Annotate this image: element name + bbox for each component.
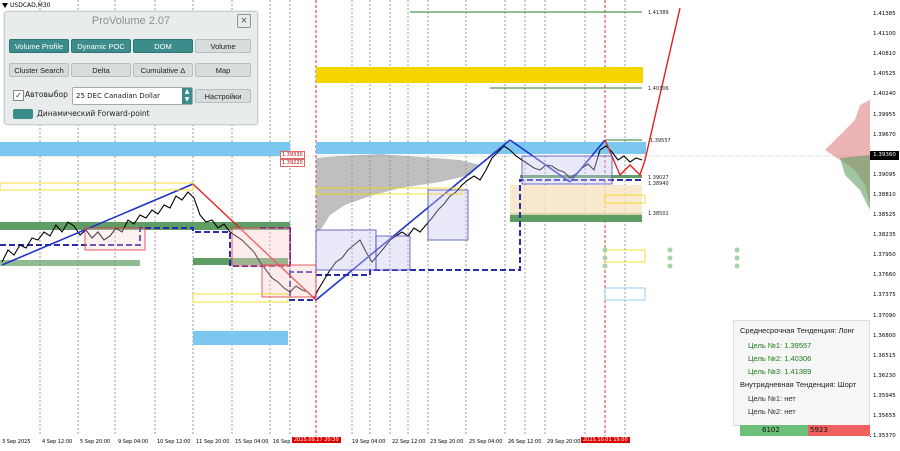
price-tick: 1.39955 [873, 111, 896, 118]
zone-orange [510, 185, 642, 215]
time-tick: 19 Sep 04:00 [352, 439, 386, 445]
symbol-label: USDCAD,M30 [2, 2, 50, 9]
long-target: Цель №1: 1.39557 [748, 341, 812, 350]
volume-button[interactable]: Volume [195, 39, 251, 53]
volume-profile-button[interactable]: Volume Profile [9, 39, 69, 53]
sell-volume: 5923 [810, 426, 828, 434]
map-button[interactable]: Map [195, 63, 251, 77]
price-tick: 1.39670 [873, 131, 896, 138]
price-tick: 1.36800 [873, 332, 896, 339]
price-tick: 1.37375 [873, 292, 896, 299]
long-target: Цель №3: 1.41389 [748, 367, 812, 376]
time-tick: 15 Sep 04:00 [235, 439, 269, 445]
volume-balance-bar: 6102 5923 [740, 425, 870, 436]
right-profile-green [840, 155, 870, 210]
level-label: 1.40306 [648, 86, 669, 92]
current-price-tag: 1.39360 [870, 151, 899, 160]
price-tick: 1.38810 [873, 191, 896, 198]
time-tick: 5 Sep 20:00 [80, 439, 111, 445]
instrument-select[interactable]: 25 DEC Canadian Dollar ▲ ▼ [72, 87, 193, 105]
dom-button[interactable]: DOM [133, 39, 193, 53]
level-tag-red: 1.39330 [280, 151, 305, 159]
mid-trend-label: Среднесрочная Тенденция: Лонг [740, 326, 855, 335]
time-tick: 16 Sep [273, 439, 291, 445]
time-tick: 25 Sep 04:00 [469, 439, 503, 445]
delta-button[interactable]: Delta [71, 63, 131, 77]
zone-blue-2 [316, 142, 646, 154]
price-tick: 1.35655 [873, 413, 896, 419]
auto-select-checkbox[interactable]: ✓ [13, 90, 24, 101]
level-label: 1.41389 [648, 10, 669, 16]
short-target: Цель №2: нет [748, 407, 796, 416]
trend-info-box: Среднесрочная Тенденция: Лонг Цель №1: 1… [733, 320, 870, 426]
dropdown-triangle-icon[interactable] [2, 3, 8, 8]
time-tick: 26 Sep 12:00 [508, 439, 542, 445]
long-target: Цель №2: 1.40306 [748, 354, 812, 363]
time-tick: 4 Sep 12:00 [42, 439, 73, 445]
buy-volume: 6102 [762, 426, 780, 434]
short-target: Цель №1: нет [748, 394, 796, 403]
forward-point-label: Динамический Forward-point [37, 109, 150, 118]
price-tick: 1.39095 [873, 171, 896, 178]
price-tick: 1.40240 [873, 91, 896, 98]
price-tick: 1.37660 [873, 272, 896, 279]
settings-button[interactable]: Настройки [195, 89, 251, 103]
zone-blue-1 [0, 142, 290, 156]
price-tick: 1.36230 [873, 372, 896, 379]
time-tick: 23 Sep 20:00 [430, 439, 464, 445]
price-tick: 1.40810 [873, 51, 896, 58]
price-tick: 1.35370 [873, 433, 896, 440]
time-tick: 29 Sep 20:00 [547, 439, 581, 445]
time-tick: 11 Sep 20:00 [196, 439, 230, 445]
level-label: 1.38501 [648, 211, 669, 217]
time-highlight: 2025.10.01 19:00 [581, 437, 630, 443]
cluster-search-button[interactable]: Cluster Search [9, 63, 69, 77]
time-tick: 3 Sep 2025 [2, 439, 31, 445]
cumulative-delta-button[interactable]: Cumulative Δ [133, 63, 193, 77]
price-tick: 1.37090 [873, 312, 896, 319]
dynamic-poc-button[interactable]: Dynamic POC [71, 39, 131, 53]
level-label: 1.39557 [650, 138, 671, 144]
price-axis[interactable] [870, 0, 900, 436]
price-tick: 1.37950 [873, 252, 896, 259]
close-icon[interactable]: × [237, 14, 251, 28]
price-tick: 1.40525 [873, 71, 896, 78]
auto-select-label: Автовыбор [25, 90, 68, 99]
intraday-trend-label: Внутридневная Тенденция: Шорт [740, 380, 857, 389]
price-tick: 1.41385 [873, 11, 896, 17]
level-label: 1.38940 [648, 181, 669, 187]
zone-blue-3 [193, 331, 288, 345]
price-tick: 1.41100 [873, 31, 896, 38]
panel-title: ProVolume 2.07 [91, 15, 171, 27]
price-tick: 1.35945 [873, 392, 896, 399]
level-tag-red: 1.39220 [280, 159, 305, 167]
select-arrows-icon[interactable]: ▲ ▼ [182, 88, 192, 104]
forward-point-toggle[interactable] [13, 109, 33, 119]
time-tick: 10 Sep 12:00 [157, 439, 191, 445]
zone-yellow-top [316, 67, 643, 83]
price-tick: 1.38525 [873, 212, 896, 218]
price-chart[interactable]: USDCAD,M30 1.41389 1.40306 1.39557 1.390… [0, 0, 871, 437]
provolume-panel[interactable]: ProVolume 2.07 × Volume Profile Dynamic … [4, 11, 258, 125]
projection-dots [602, 247, 740, 269]
price-tick: 1.38235 [873, 232, 896, 239]
time-highlight: 2025.09.17 20:30 [292, 437, 341, 443]
time-tick: 9 Sep 04:00 [118, 439, 149, 445]
price-tick: 1.36515 [873, 352, 896, 359]
time-tick: 22 Sep 12:00 [392, 439, 426, 445]
